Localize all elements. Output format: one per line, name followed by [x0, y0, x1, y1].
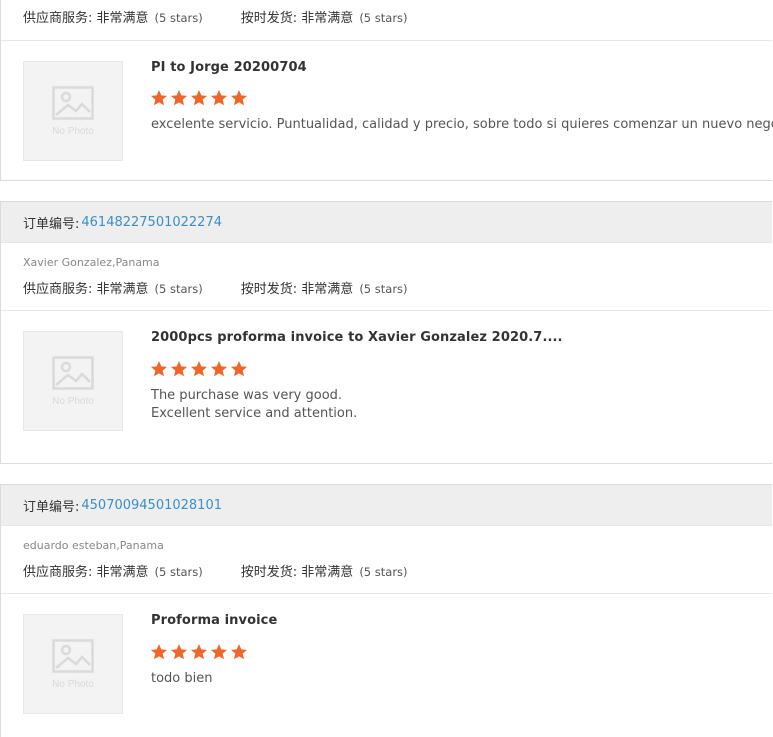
review-card-2: 订单编号: 46148227501022274 Xavier Gonzalez,… — [0, 201, 772, 464]
star-icon — [170, 644, 188, 660]
divider — [1, 40, 772, 41]
shipping-stars: (5 stars) — [359, 282, 408, 296]
supplier-service-label: 供应商服务: — [23, 11, 93, 26]
star-icon — [190, 90, 208, 106]
shipping-stars: (5 stars) — [359, 565, 408, 579]
review-title[interactable]: 2000pcs proforma invoice to Xavier Gonza… — [151, 330, 563, 345]
star-icon — [210, 361, 228, 377]
review-comment: excelente servicio. Puntualidad, calidad… — [151, 116, 773, 134]
order-header: 订单编号: 45070094501028101 — [1, 485, 772, 526]
review-title[interactable]: PI to Jorge 20200704 — [151, 60, 307, 75]
review-comment: The purchase was very good. Excellent se… — [151, 387, 357, 423]
star-icon — [150, 90, 168, 106]
star-icon — [210, 644, 228, 660]
star-rating — [150, 89, 248, 107]
ratings-row: 供应商服务: 非常满意 (5 stars) 按时发货: 非常满意 (5 stars) — [23, 278, 408, 297]
star-icon — [170, 90, 188, 106]
buyer-name: Xavier Gonzalez,Panama — [23, 256, 160, 269]
product-photo-placeholder: No Photo — [23, 331, 123, 431]
review-card-3: 订单编号: 45070094501028101 eduardo esteban,… — [0, 484, 772, 737]
star-rating — [150, 643, 248, 661]
no-photo-text: No Photo — [52, 678, 94, 690]
comment-line: Excellent service and attention. — [151, 406, 358, 421]
star-icon — [230, 90, 248, 106]
star-icon — [170, 361, 188, 377]
supplier-service-value: 非常满意 — [96, 565, 149, 580]
supplier-service-stars: (5 stars) — [154, 11, 203, 25]
shipping-value: 非常满意 — [301, 565, 354, 580]
buyer-name: eduardo esteban,Panama — [23, 539, 164, 552]
review-comment: todo bien — [151, 670, 213, 688]
star-rating — [150, 360, 248, 378]
star-icon — [150, 644, 168, 660]
comment-line: todo bien — [151, 671, 213, 686]
ratings-row: 供应商服务: 非常满意 (5 stars) 按时发货: 非常满意 (5 stars) — [23, 7, 408, 26]
divider — [1, 593, 772, 594]
order-number-link[interactable]: 45070094501028101 — [81, 498, 222, 513]
supplier-service-value: 非常满意 — [96, 282, 149, 297]
ratings-row: 供应商服务: 非常满意 (5 stars) 按时发货: 非常满意 (5 stars) — [23, 561, 408, 580]
shipping-value: 非常满意 — [301, 11, 354, 26]
divider — [1, 310, 772, 311]
product-photo-placeholder: No Photo — [23, 614, 123, 714]
shipping-label: 按时发货: — [240, 282, 298, 297]
order-number-label: 订单编号: — [23, 499, 80, 515]
shipping-label: 按时发货: — [240, 11, 298, 26]
supplier-service-label: 供应商服务: — [23, 282, 93, 297]
star-icon — [230, 644, 248, 660]
order-number-label: 订单编号: — [23, 216, 80, 232]
supplier-service-value: 非常满意 — [96, 11, 149, 26]
shipping-stars: (5 stars) — [359, 11, 408, 25]
supplier-service-stars: (5 stars) — [154, 565, 203, 579]
comment-line: excelente servicio. Puntualidad, calidad… — [151, 117, 773, 132]
star-icon — [150, 361, 168, 377]
review-title[interactable]: Proforma invoice — [151, 613, 277, 628]
image-placeholder-icon — [52, 355, 94, 390]
supplier-service-stars: (5 stars) — [154, 282, 203, 296]
no-photo-text: No Photo — [52, 395, 94, 407]
image-placeholder-icon — [52, 638, 94, 673]
order-header: 订单编号: 46148227501022274 — [1, 202, 772, 243]
image-placeholder-icon — [52, 85, 94, 120]
order-number-link[interactable]: 46148227501022274 — [81, 215, 222, 230]
star-icon — [190, 361, 208, 377]
star-icon — [190, 644, 208, 660]
supplier-service-label: 供应商服务: — [23, 565, 93, 580]
shipping-label: 按时发货: — [240, 565, 298, 580]
star-icon — [230, 361, 248, 377]
no-photo-text: No Photo — [52, 125, 94, 137]
product-photo-placeholder: No Photo — [23, 61, 123, 161]
star-icon — [210, 90, 228, 106]
shipping-value: 非常满意 — [301, 282, 354, 297]
review-card-1: 供应商服务: 非常满意 (5 stars) 按时发货: 非常满意 (5 stars) … — [0, 0, 773, 181]
comment-line: The purchase was very good. — [151, 388, 343, 403]
